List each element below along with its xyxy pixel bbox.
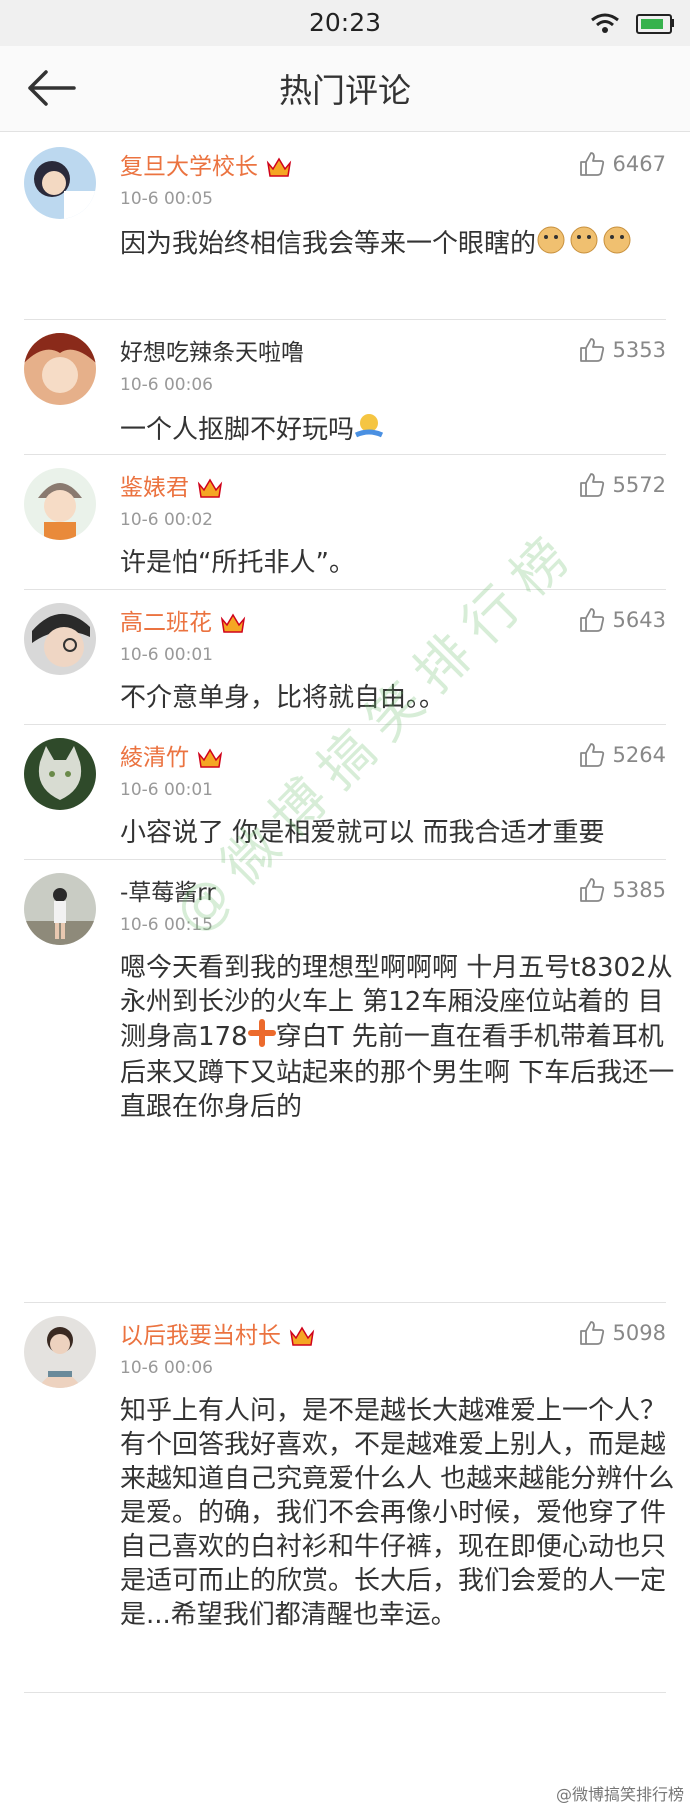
thumb-up-icon — [579, 608, 604, 632]
comment-date: 10-6 00:05 — [120, 189, 213, 209]
like-button[interactable]: 5264 — [579, 742, 666, 768]
vip-crown-icon — [220, 613, 246, 633]
nav-bar: 热门评论 — [0, 46, 690, 132]
footer-watermark: @微博搞笑排行榜 — [555, 1785, 684, 1804]
vip-crown-icon — [197, 478, 223, 498]
like-count: 5353 — [612, 338, 666, 362]
doge-icon — [536, 225, 632, 264]
avatar[interactable] — [24, 1316, 96, 1388]
page-title: 热门评论 — [279, 71, 411, 110]
shrug-icon — [354, 411, 384, 450]
vip-crown-icon — [197, 748, 223, 768]
like-button[interactable]: 5098 — [579, 1320, 666, 1346]
comment-username[interactable]: 好想吃辣条天啦噜 — [120, 333, 304, 367]
thumb-up-icon — [579, 878, 604, 902]
like-count: 5643 — [612, 608, 666, 632]
like-count: 5385 — [612, 878, 666, 902]
like-button[interactable]: 5385 — [579, 877, 666, 903]
comment-username[interactable]: 綾清竹 — [120, 738, 223, 772]
comment-item: 复旦大学校长 10-6 00:05 6467 因为我始终相信我会等来一个眼瞎的 — [24, 133, 666, 320]
like-button[interactable]: 5353 — [579, 337, 666, 363]
comment-text: 一个人抠脚不好玩吗 — [120, 411, 680, 450]
comment-text: 许是怕“所托非人”。 — [120, 548, 355, 578]
avatar[interactable] — [24, 738, 96, 810]
like-count: 6467 — [612, 152, 666, 176]
comment-username[interactable]: 高二班花 — [120, 603, 246, 637]
comment-text: 因为我始终相信我会等来一个眼瞎的 — [120, 225, 680, 264]
like-count: 5264 — [612, 743, 666, 767]
like-button[interactable]: 5572 — [579, 472, 666, 498]
comment-username[interactable]: 以后我要当村长 — [120, 1316, 315, 1350]
comment-date: 10-6 00:02 — [120, 510, 213, 530]
thumb-up-icon — [579, 338, 604, 362]
avatar[interactable] — [24, 468, 96, 540]
thumb-up-icon — [579, 1321, 604, 1345]
comment-username[interactable]: 复旦大学校长 — [120, 147, 292, 181]
comment-date: 10-6 00:01 — [120, 780, 213, 800]
vip-crown-icon — [266, 157, 292, 177]
wifi-icon — [591, 13, 619, 33]
vip-crown-icon — [289, 1326, 315, 1346]
like-count: 5572 — [612, 473, 666, 497]
thumb-up-icon — [579, 473, 604, 497]
comment-text: 嗯今天看到我的理想型啊啊啊 十月五号t8302从永州到长沙的火车上 第12车厢没… — [120, 953, 675, 1122]
plus-icon — [247, 1019, 276, 1056]
like-button[interactable]: 6467 — [579, 151, 666, 177]
avatar[interactable] — [24, 603, 96, 675]
thumb-up-icon — [579, 152, 604, 176]
avatar[interactable] — [24, 147, 96, 219]
comment-username[interactable]: 鉴婊君 — [120, 468, 223, 502]
comment-item: 好想吃辣条天啦噜 10-6 00:06 5353 一个人抠脚不好玩吗 — [24, 319, 666, 455]
comment-date: 10-6 00:06 — [120, 1358, 213, 1378]
avatar[interactable] — [24, 873, 96, 945]
comment-item: 以后我要当村长 10-6 00:06 5098 知乎上有人问，是不是越长大越难爱… — [24, 1302, 674, 1693]
status-bar: 20:23 — [0, 0, 690, 46]
thumb-up-icon — [579, 743, 604, 767]
battery-icon — [636, 14, 672, 34]
like-button[interactable]: 5643 — [579, 607, 666, 633]
avatar[interactable] — [24, 333, 96, 405]
comment-text: 知乎上有人问，是不是越长大越难爱上一个人？有个回答我好喜欢，不是越难爱上别人，而… — [120, 1396, 675, 1630]
like-count: 5098 — [612, 1321, 666, 1345]
status-time: 20:23 — [308, 8, 382, 37]
comment-item: -草莓酱rr 10-6 00:15 5385 嗯今天看到我的理想型啊啊啊 十月五… — [24, 859, 674, 1303]
comment-date: 10-6 00:06 — [120, 375, 213, 395]
comment-date: 10-6 00:01 — [120, 645, 213, 665]
